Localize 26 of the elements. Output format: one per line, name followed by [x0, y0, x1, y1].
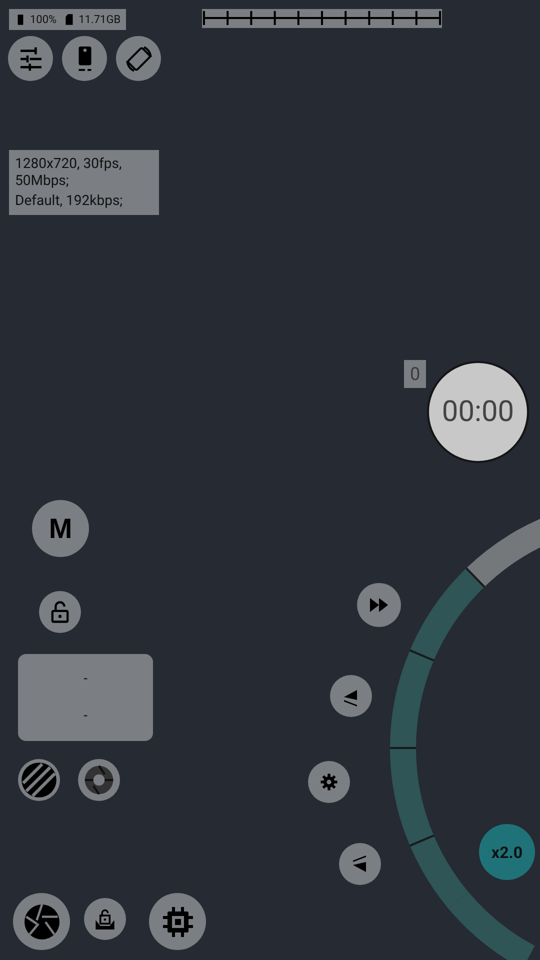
fast-forward-button[interactable] [357, 583, 401, 627]
zoom-button[interactable]: x2.0 [479, 824, 535, 880]
settings-sliders-button[interactable] [8, 36, 53, 81]
eject-button[interactable] [330, 675, 372, 717]
info-text: 1280x720, 30fps, 50Mbps; [15, 156, 123, 190]
lock-storage-button[interactable] [84, 898, 126, 940]
stripes-icon [20, 761, 58, 799]
exposure-value: - [84, 670, 88, 687]
sd-card-icon [62, 13, 76, 26]
battery-level: 100% [30, 13, 57, 26]
storage-space: 11.71GB [78, 13, 121, 26]
info-text: Default, 192kbps; [15, 192, 124, 210]
rotate-button[interactable] [116, 36, 161, 81]
eject-down-button[interactable] [339, 843, 381, 885]
settings-icon [318, 771, 340, 793]
rotate-icon [124, 44, 154, 74]
settings-button[interactable] [308, 761, 350, 803]
phone-button[interactable] [62, 36, 107, 81]
record-button[interactable]: 00:00 [427, 361, 529, 463]
lock-button[interactable] [39, 591, 81, 633]
clip-counter: 0 [404, 360, 426, 388]
aperture-button[interactable] [78, 759, 120, 801]
mode-button[interactable]: M [32, 500, 89, 557]
exposure-value: - [84, 708, 88, 724]
stripes-button[interactable] [18, 759, 60, 801]
aperture-icon [82, 763, 116, 797]
